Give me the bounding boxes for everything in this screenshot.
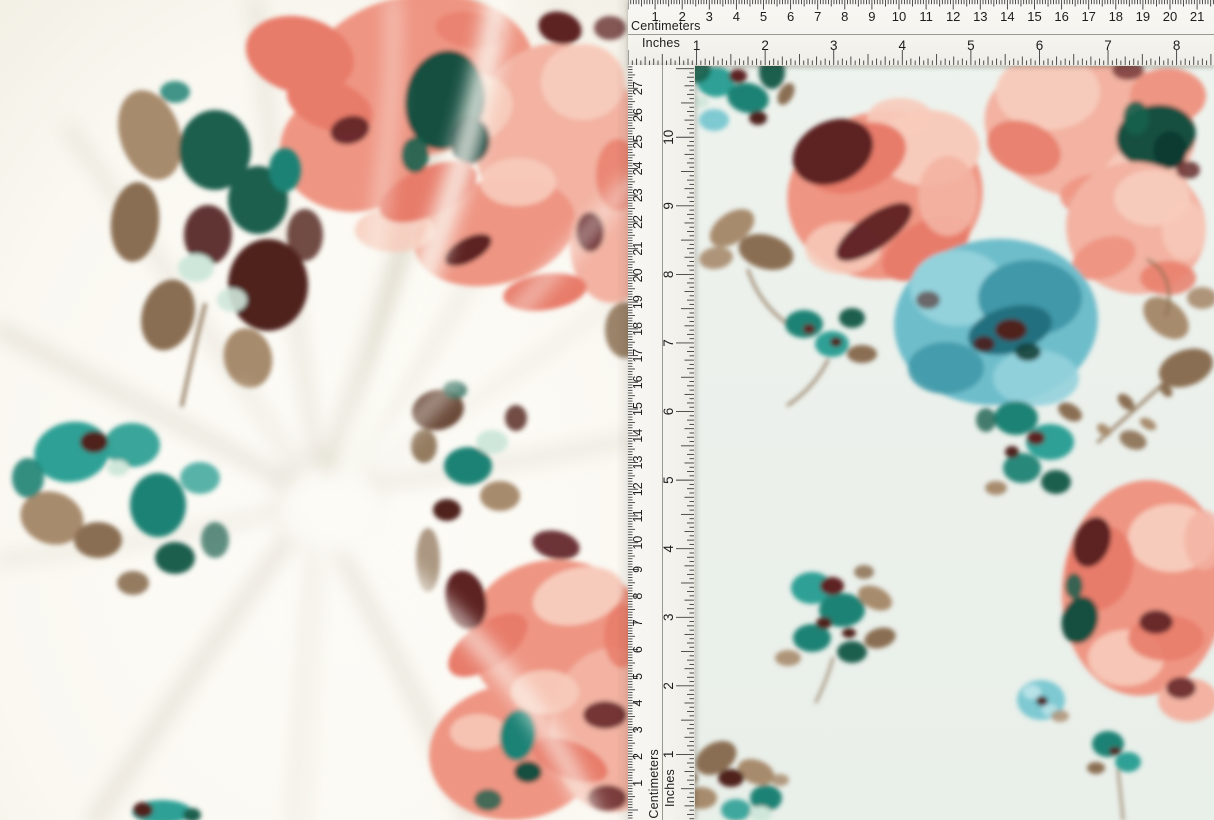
flat-fabric-print <box>628 0 1214 820</box>
cm-number: 19 <box>1136 9 1150 24</box>
horizontal-ruler-centimeters-label: Centimeters <box>631 19 701 33</box>
cm-number: 5 <box>760 9 767 24</box>
vertical-ruler-inches-label: Inches <box>663 769 677 807</box>
draped-fabric-art <box>0 0 628 820</box>
horizontal-ruler: 1234567891011121314151617181920211234567… <box>628 0 1214 66</box>
cm-number: 18 <box>631 322 645 336</box>
inch-number: 4 <box>899 38 907 53</box>
draped-fabric-photo <box>0 0 628 820</box>
inch-number: 8 <box>1173 38 1181 53</box>
inch-number: 4 <box>661 544 676 552</box>
cm-number: 13 <box>973 9 987 24</box>
inch-number: 1 <box>693 38 701 53</box>
cm-number: 23 <box>631 188 645 202</box>
cm-number: 7 <box>631 619 645 626</box>
cm-number: 16 <box>1054 9 1068 24</box>
vertical-ruler: 1234567891011121314151617181920212223242… <box>628 65 695 820</box>
cm-number: 22 <box>631 215 645 229</box>
inch-number: 2 <box>761 38 769 53</box>
cm-number: 21 <box>1190 9 1204 24</box>
cm-number: 3 <box>706 9 713 24</box>
cm-number: 4 <box>733 9 740 24</box>
cm-number: 6 <box>787 9 794 24</box>
cm-number: 18 <box>1109 9 1123 24</box>
inch-number: 8 <box>661 271 676 279</box>
cm-number: 13 <box>631 456 645 470</box>
horizontal-ruler-scale: 1234567891011121314151617181920211234567… <box>628 0 1214 65</box>
inch-number: 5 <box>967 38 975 53</box>
cm-number: 27 <box>631 81 645 95</box>
panel-seam-shadow <box>616 0 628 820</box>
cm-number: 17 <box>1081 9 1095 24</box>
cm-number: 19 <box>631 295 645 309</box>
inch-numbers: 1 2 3 4 5 6 7 8 <box>693 38 1181 53</box>
flat-fabric-with-rulers: 1234567891011121314151617181920211234567… <box>628 0 1214 820</box>
fabric-product-photo: 1234567891011121314151617181920211234567… <box>0 0 1214 820</box>
cm-number: 12 <box>946 9 960 24</box>
cm-number: 8 <box>841 9 848 24</box>
horizontal-ruler-inches-label: Inches <box>642 36 680 50</box>
cm-number: 11 <box>631 509 645 522</box>
cm-number: 14 <box>631 429 645 443</box>
inch-number: 7 <box>661 339 676 347</box>
cm-number: 5 <box>631 673 645 680</box>
cm-number: 1 <box>631 780 645 787</box>
cm-number: 6 <box>631 646 645 653</box>
vertical-ruler-centimeters-label: Centimeters <box>647 749 661 819</box>
cm-number: 24 <box>631 161 645 175</box>
inch-number: 1 <box>661 751 676 759</box>
cm-number: 9 <box>631 566 645 573</box>
cm-number: 15 <box>631 402 645 416</box>
cm-number: 15 <box>1027 9 1041 24</box>
vertical-ruler-scale: 1234567891011121314151617181920212223242… <box>628 65 694 820</box>
cm-number: 21 <box>631 242 645 256</box>
cm-number: 17 <box>631 349 645 363</box>
inch-number: 10 <box>661 130 676 145</box>
cm-number: 11 <box>919 9 933 24</box>
cm-number: 26 <box>631 108 645 122</box>
cm-number: 10 <box>892 9 906 24</box>
inch-number: 6 <box>661 408 676 416</box>
cm-number: 25 <box>631 135 645 149</box>
inch-number: 2 <box>661 682 676 690</box>
cm-number: 10 <box>631 536 645 550</box>
cm-number: 2 <box>631 753 645 760</box>
cm-number: 20 <box>631 268 645 282</box>
inch-number: 3 <box>661 614 676 622</box>
inch-number: 3 <box>830 38 838 53</box>
inch-tick-marks <box>628 50 1211 65</box>
inch-number: 7 <box>1104 38 1112 53</box>
cm-number: 9 <box>868 9 875 24</box>
cm-number: 20 <box>1163 9 1177 24</box>
cm-number: 16 <box>631 375 645 389</box>
cm-number: 7 <box>814 9 821 24</box>
cm-numbers: 123456789101112131415161718192021 <box>651 9 1204 24</box>
cm-numbers: 1234567891011121314151617181920212223242… <box>631 81 645 786</box>
cm-number: 4 <box>631 700 645 707</box>
inch-number: 5 <box>661 476 676 484</box>
inch-tick-marks <box>676 69 694 819</box>
inch-number: 9 <box>661 202 676 210</box>
cm-number: 8 <box>631 593 645 600</box>
cm-number: 12 <box>631 482 645 496</box>
inch-number: 6 <box>1036 38 1044 53</box>
inch-numbers: 1 2 3 4 5 6 7 8 9 10 <box>661 130 676 758</box>
cm-number: 14 <box>1000 9 1014 24</box>
cm-number: 3 <box>631 726 645 733</box>
